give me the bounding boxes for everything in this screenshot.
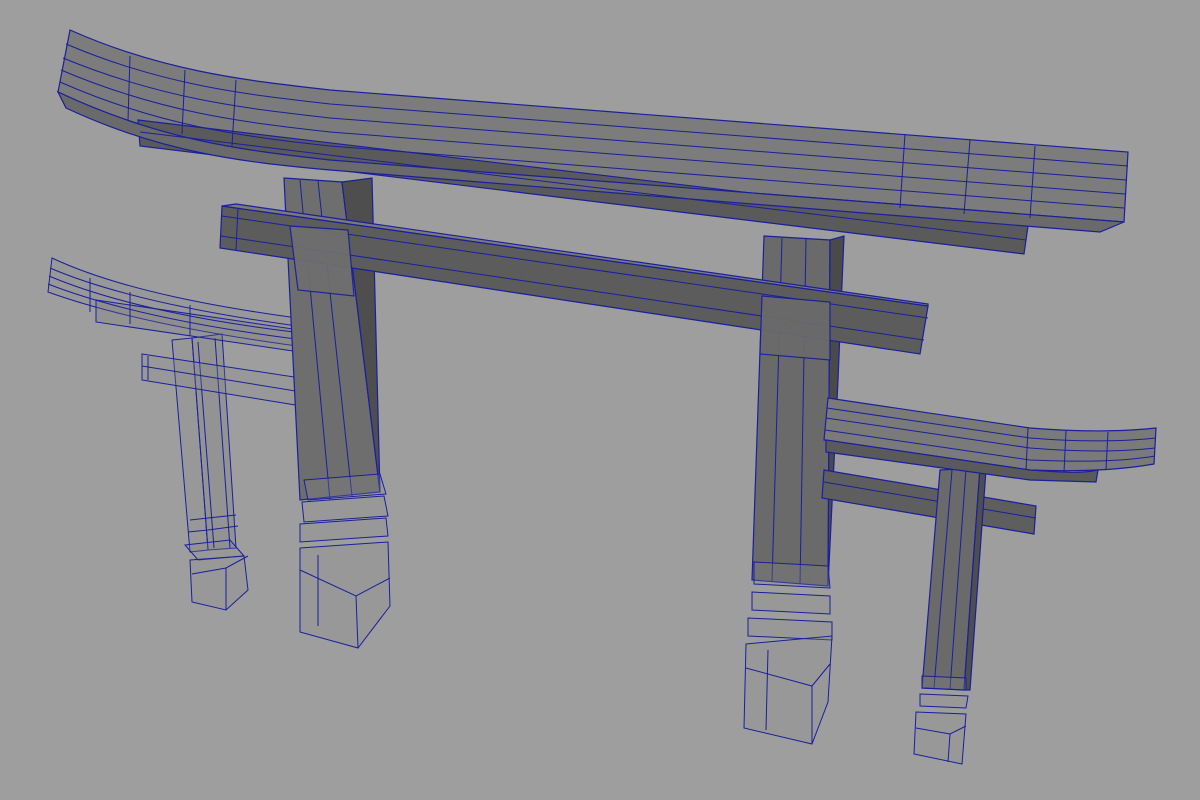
viewport-scene[interactable] xyxy=(0,0,1200,800)
3d-viewport[interactable] xyxy=(0,0,1200,800)
